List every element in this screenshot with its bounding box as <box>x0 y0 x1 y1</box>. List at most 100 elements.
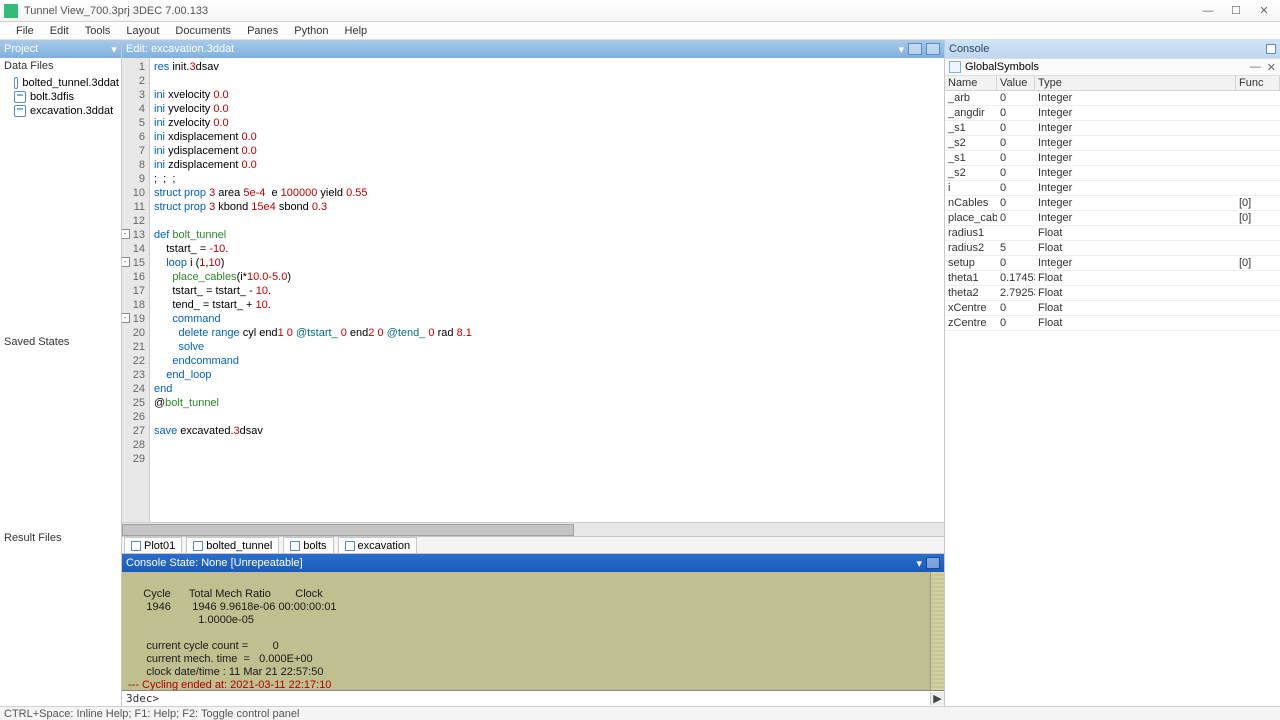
symbols-table-head: NameValueTypeFunc <box>945 76 1280 91</box>
col-header[interactable]: Type <box>1035 76 1236 91</box>
maximize-icon[interactable]: ☐ <box>1224 4 1248 18</box>
cell: 2.79253 <box>997 286 1035 301</box>
file-icon <box>14 105 26 117</box>
editor-close-button[interactable] <box>926 43 940 55</box>
cell <box>1236 166 1280 181</box>
close-icon[interactable]: ✕ <box>1252 4 1276 18</box>
cell: 0 <box>997 91 1035 106</box>
code-editor[interactable]: 12345678910111213-1415-16171819-20212223… <box>122 58 944 522</box>
minimize-icon[interactable]: — <box>1250 61 1261 74</box>
code-area[interactable]: res init.3dsav ini xvelocity 0.0ini yvel… <box>150 58 476 522</box>
cell: 0 <box>997 106 1035 121</box>
right-console-header: Console <box>945 40 1280 58</box>
file-icon <box>193 541 203 551</box>
tab-excavation[interactable]: excavation <box>338 537 418 553</box>
project-dropdown-icon[interactable]: ▾ <box>107 43 121 56</box>
right-console-title: Console <box>949 43 989 55</box>
file-label: bolt.3dfis <box>30 91 74 103</box>
col-header[interactable]: Func <box>1236 76 1280 91</box>
cell: _arb <box>945 91 997 106</box>
cell: Integer <box>1035 106 1236 121</box>
cell <box>1236 136 1280 151</box>
menu-layout[interactable]: Layout <box>118 25 167 37</box>
menu-python[interactable]: Python <box>286 25 336 37</box>
menu-panes[interactable]: Panes <box>239 25 286 37</box>
console-body: 1946 1946 9.9618e-06 00:00:00:01 1.0000e… <box>128 601 337 678</box>
cell: Float <box>1035 286 1236 301</box>
tab-label: excavation <box>358 540 411 552</box>
console-input[interactable] <box>161 692 930 706</box>
plot-icon <box>131 541 141 551</box>
symbols-header: GlobalSymbols — ✕ <box>945 58 1280 76</box>
cell: xCentre <box>945 301 997 316</box>
editor-title: Edit: excavation.3ddat <box>126 43 234 55</box>
console-input-row: 3dec> ▶ <box>122 690 944 706</box>
cell: _s2 <box>945 166 997 181</box>
cell: theta2 <box>945 286 997 301</box>
cell: nCables <box>945 196 997 211</box>
minimize-icon[interactable]: — <box>1196 4 1220 18</box>
console-scrollbar[interactable] <box>930 572 944 690</box>
cell: 0 <box>997 181 1035 196</box>
titlebar: Tunnel View_700.3prj 3DEC 7.00.133 — ☐ ✕ <box>0 0 1280 22</box>
tab-bolts[interactable]: bolts <box>283 537 333 553</box>
cell: theta1 <box>945 271 997 286</box>
cell: radius1 <box>945 226 997 241</box>
tab-label: bolted_tunnel <box>206 540 272 552</box>
console-warn: --- Cycling ended at: 2021-03-11 22:17:1… <box>128 679 331 690</box>
console-head: Cycle Total Mech Ratio Clock <box>128 588 323 600</box>
cell: radius2 <box>945 241 997 256</box>
panel-toggle-icon[interactable] <box>1266 44 1276 54</box>
cell <box>1236 226 1280 241</box>
tab-bolted[interactable]: bolted_tunnel <box>186 537 279 553</box>
cell: Float <box>1035 301 1236 316</box>
run-icon[interactable]: ▶ <box>930 692 944 705</box>
status-bar: CTRL+Space: Inline Help; F1: Help; F2: T… <box>0 706 1280 720</box>
menu-edit[interactable]: Edit <box>42 25 77 37</box>
cell: Integer <box>1035 166 1236 181</box>
doc-tabstrip: Plot01 bolted_tunnel bolts excavation <box>122 536 944 554</box>
editor-hscroll[interactable] <box>122 522 944 536</box>
menu-help[interactable]: Help <box>337 25 376 37</box>
cell: 0 <box>997 196 1035 211</box>
chevron-down-icon[interactable]: ▾ <box>898 43 904 56</box>
cell: _s1 <box>945 121 997 136</box>
menu-tools[interactable]: Tools <box>77 25 119 37</box>
cell <box>1236 181 1280 196</box>
cell: [0] <box>1236 211 1280 226</box>
console-tool-button[interactable] <box>926 557 940 569</box>
cell: Float <box>1035 271 1236 286</box>
cell: Float <box>1035 241 1236 256</box>
editor-header: Edit: excavation.3ddat ▾ <box>122 40 944 58</box>
close-icon[interactable]: ✕ <box>1267 61 1276 74</box>
file-item[interactable]: excavation.3ddat <box>0 104 121 118</box>
cell: place_cables <box>945 211 997 226</box>
saved-states-label: Saved States <box>0 334 121 350</box>
menu-file[interactable]: File <box>8 25 42 37</box>
menu-documents[interactable]: Documents <box>167 25 239 37</box>
cell <box>1236 271 1280 286</box>
cell: _s1 <box>945 151 997 166</box>
editor-tool-button[interactable] <box>908 43 922 55</box>
cell <box>1236 106 1280 121</box>
file-icon <box>290 541 300 551</box>
cell: i <box>945 181 997 196</box>
file-item[interactable]: bolted_tunnel.3ddat <box>0 76 121 90</box>
tab-plot[interactable]: Plot01 <box>124 537 182 553</box>
right-panel: Console GlobalSymbols — ✕ NameValueTypeF… <box>944 40 1280 706</box>
chevron-down-icon[interactable]: ▾ <box>916 557 922 570</box>
window-title: Tunnel View_700.3prj 3DEC 7.00.133 <box>24 5 1196 17</box>
file-icon <box>14 91 26 103</box>
file-item[interactable]: bolt.3dfis <box>0 90 121 104</box>
cell <box>1236 91 1280 106</box>
project-header: Project ▾ <box>0 40 121 58</box>
cell: setup <box>945 256 997 271</box>
app-icon <box>4 4 18 18</box>
cell: 0 <box>997 121 1035 136</box>
cell: 0 <box>997 301 1035 316</box>
cell: Integer <box>1035 121 1236 136</box>
col-header[interactable]: Value <box>997 76 1035 91</box>
cell: 0 <box>997 256 1035 271</box>
cell <box>1236 301 1280 316</box>
col-header[interactable]: Name <box>945 76 997 91</box>
